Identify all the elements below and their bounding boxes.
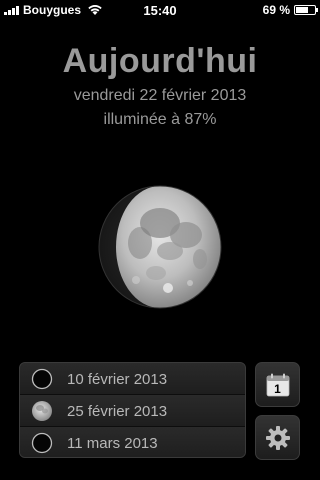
full-moon-icon — [32, 401, 52, 421]
calendar-day-number: 1 — [274, 381, 281, 396]
moon-phase-list: 10 février 2013 25 février 2013 11 mars … — [19, 362, 246, 458]
phase-item-new-moon-2[interactable]: 11 mars 2013 — [20, 427, 245, 457]
calendar-icon: 1 — [266, 373, 290, 397]
calendar-button[interactable]: 1 — [255, 362, 300, 407]
phase-date-label: 10 février 2013 — [67, 371, 168, 388]
status-right: 69 % — [262, 3, 318, 17]
gear-icon — [265, 425, 290, 450]
new-moon-icon — [31, 368, 53, 390]
current-date: vendredi 22 février 2013 — [73, 87, 247, 104]
page-title: Aujourd'hui — [62, 42, 258, 80]
moon-waxing-gibbous-icon — [98, 185, 222, 309]
phase-item-new-moon-1[interactable]: 10 février 2013 — [20, 363, 245, 395]
status-bar: Bouygues 15:40 69 % — [0, 0, 320, 20]
battery-icon — [294, 5, 318, 15]
battery-percentage: 69 % — [262, 3, 290, 17]
illumination-text: illuminée à 87% — [103, 111, 217, 128]
settings-button[interactable] — [255, 415, 300, 460]
phase-item-full-moon[interactable]: 25 février 2013 — [20, 395, 245, 427]
phase-date-label: 25 février 2013 — [67, 403, 168, 420]
new-moon-icon — [31, 432, 53, 454]
phase-date-label: 11 mars 2013 — [67, 435, 158, 452]
